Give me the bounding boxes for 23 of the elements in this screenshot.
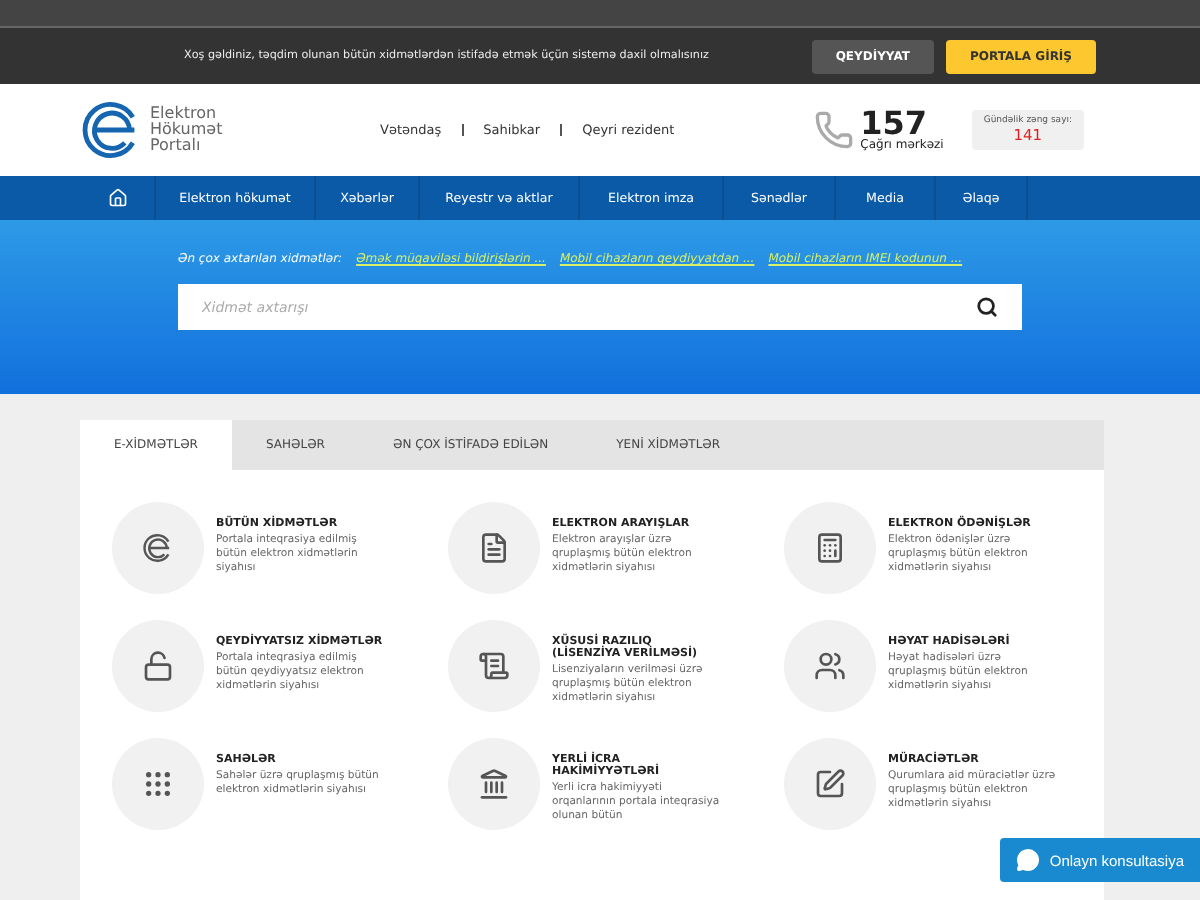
phone-icon xyxy=(814,110,855,150)
certificate-icon xyxy=(478,650,510,682)
e-logo-icon xyxy=(142,532,174,564)
calculator-icon xyxy=(814,532,846,564)
edit-document-icon xyxy=(814,768,846,800)
service-icon-circle[interactable] xyxy=(448,502,540,594)
service-icon-circle[interactable] xyxy=(784,738,876,830)
service-icon-circle[interactable] xyxy=(784,502,876,594)
document-icon xyxy=(478,532,510,564)
call-center-number: 157 xyxy=(860,108,928,138)
unlocked-padlock-icon xyxy=(142,650,174,682)
people-icon xyxy=(814,650,846,682)
service-icon-circle[interactable] xyxy=(112,502,204,594)
service-icon-circle[interactable] xyxy=(448,620,540,712)
search-icon[interactable] xyxy=(976,296,998,318)
government-building-icon xyxy=(478,768,510,800)
portal-name[interactable]: Elektron Hökumət Portalı xyxy=(150,106,223,154)
dot-grid-icon xyxy=(142,768,174,800)
chat-bubble-icon xyxy=(1015,848,1040,872)
service-icon-circle[interactable] xyxy=(448,738,540,830)
service-icon-circle[interactable] xyxy=(784,620,876,712)
service-icon-circle[interactable] xyxy=(112,738,204,830)
service-icon-circle[interactable] xyxy=(112,620,204,712)
